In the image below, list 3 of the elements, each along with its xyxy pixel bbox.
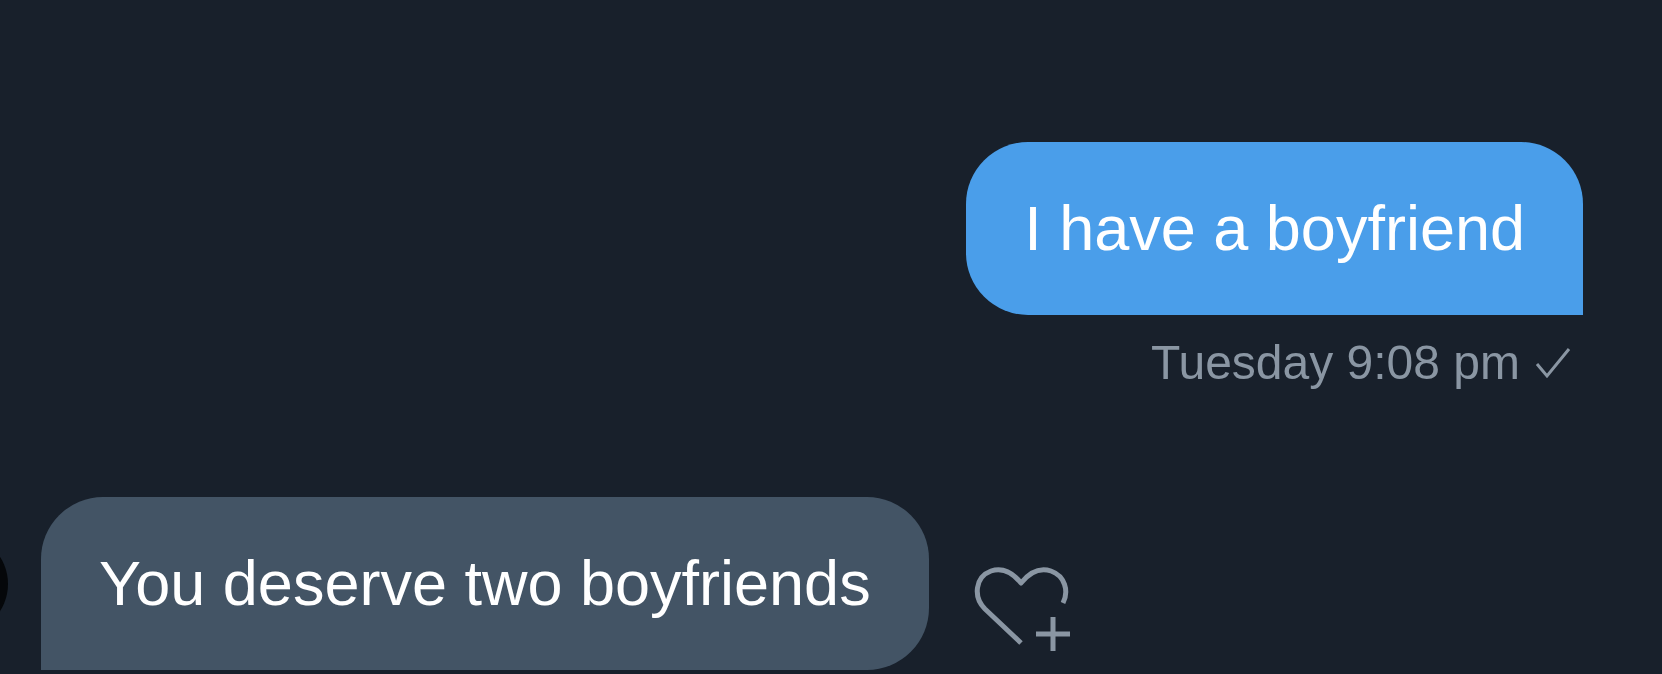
message-bubble: I have a boyfriend	[966, 142, 1583, 315]
message-bubble: You deserve two boyfriends	[41, 497, 929, 670]
message-timestamp: Tuesday 9:08 pm	[1150, 335, 1520, 391]
